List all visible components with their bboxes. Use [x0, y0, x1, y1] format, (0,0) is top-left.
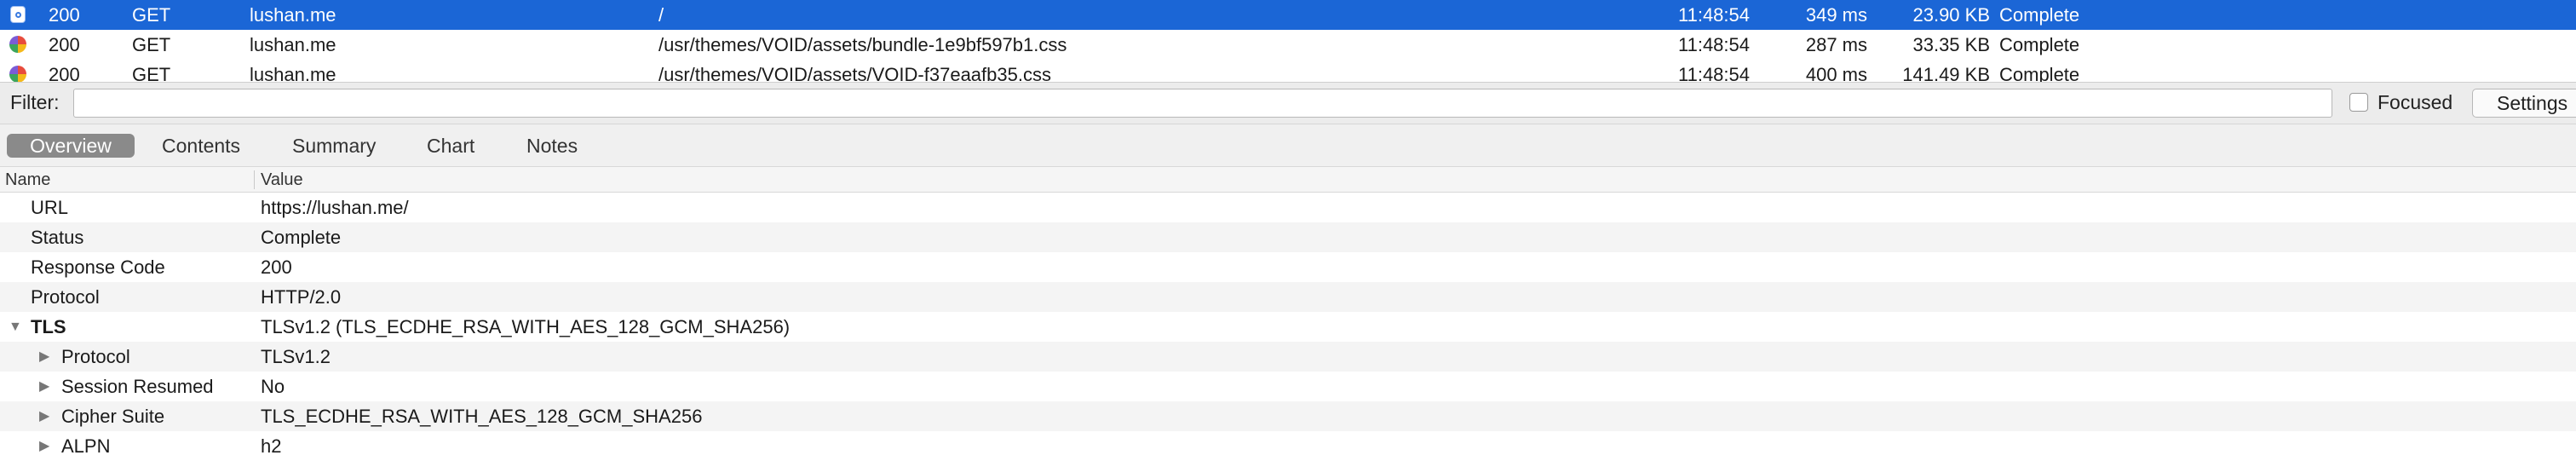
filter-input[interactable] — [73, 89, 2332, 118]
detail-name: TLS — [31, 316, 66, 337]
detail-row-cipher-suite[interactable]: ▶ Cipher Suite TLS_ECDHE_RSA_WITH_AES_12… — [0, 401, 2576, 431]
focused-checkbox[interactable] — [2349, 93, 2368, 112]
detail-row-response-code[interactable]: Response Code 200 — [0, 252, 2576, 282]
state: Complete — [1999, 34, 2080, 55]
size: 33.35 KB — [1912, 34, 1990, 55]
detail-name: URL — [31, 197, 69, 218]
filter-label: Filter: — [10, 91, 60, 113]
tab-overview[interactable]: Overview — [7, 134, 135, 158]
duration: 349 ms — [1805, 4, 1867, 26]
time: 11:48:54 — [1678, 34, 1751, 55]
detail-value: 200 — [261, 256, 292, 278]
stylesheet-icon — [9, 66, 26, 82]
detail-value: No — [261, 376, 285, 397]
focused-label[interactable]: Focused — [2378, 91, 2452, 114]
request-row[interactable]: 200 GET lushan.me / 11:48:54 349 ms 23.9… — [0, 0, 2576, 30]
detail-name: Protocol — [61, 346, 130, 367]
detail-row-alpn[interactable]: ▶ ALPN h2 — [0, 431, 2576, 461]
host: lushan.me — [250, 34, 336, 55]
time: 11:48:54 — [1678, 64, 1751, 82]
request-row[interactable]: 200 GET lushan.me /usr/themes/VOID/asset… — [0, 60, 2576, 82]
request-row[interactable]: 200 GET lushan.me /usr/themes/VOID/asset… — [0, 30, 2576, 60]
tab-summary[interactable]: Summary — [292, 134, 376, 158]
detail-value: HTTP/2.0 — [261, 286, 342, 308]
filter-bar: Filter: Focused Settings — [0, 82, 2576, 124]
detail-row-url[interactable]: URL https://lushan.me/ — [0, 193, 2576, 222]
duration: 287 ms — [1805, 34, 1867, 55]
time: 11:48:54 — [1678, 4, 1751, 26]
host: lushan.me — [250, 64, 336, 82]
detail-value: TLSv1.2 — [261, 346, 331, 367]
state: Complete — [1999, 4, 2080, 26]
settings-button[interactable]: Settings — [2472, 89, 2576, 118]
detail-name: Response Code — [31, 256, 165, 278]
detail-row-tls-protocol[interactable]: ▶ Protocol TLSv1.2 — [0, 342, 2576, 372]
detail-row-session-resumed[interactable]: ▶ Session Resumed No — [0, 372, 2576, 401]
tab-chart[interactable]: Chart — [427, 134, 474, 158]
path: / — [658, 4, 664, 26]
detail-row-status[interactable]: Status Complete — [0, 222, 2576, 252]
path: /usr/themes/VOID/assets/bundle-1e9bf597b… — [658, 34, 1067, 55]
detail-name: Protocol — [31, 286, 100, 308]
detail-value: TLSv1.2 (TLS_ECDHE_RSA_WITH_AES_128_GCM_… — [261, 316, 791, 337]
detail-value: TLS_ECDHE_RSA_WITH_AES_128_GCM_SHA256 — [261, 406, 703, 427]
detail-name: Session Resumed — [61, 376, 214, 397]
column-divider[interactable] — [254, 170, 255, 189]
tab-notes[interactable]: Notes — [526, 134, 578, 158]
disclosure-triangle-collapsed-icon[interactable]: ▶ — [39, 431, 49, 461]
disclosure-triangle-collapsed-icon[interactable]: ▶ — [39, 342, 49, 372]
disclosure-triangle-collapsed-icon[interactable]: ▶ — [39, 372, 49, 401]
size: 141.49 KB — [1902, 64, 1990, 82]
duration: 400 ms — [1805, 64, 1867, 82]
detail-name: Cipher Suite — [61, 406, 165, 427]
detail-value: https://lushan.me/ — [261, 197, 409, 218]
size: 23.90 KB — [1912, 4, 1990, 26]
document-icon — [10, 6, 26, 23]
detail-value: Complete — [261, 227, 342, 248]
table-header: Name Value — [0, 167, 2576, 193]
state: Complete — [1999, 64, 2080, 82]
host: lushan.me — [250, 4, 336, 26]
disclosure-triangle-collapsed-icon[interactable]: ▶ — [39, 401, 49, 431]
tab-bar: Overview Contents Summary Chart Notes — [0, 124, 2576, 167]
tab-contents[interactable]: Contents — [162, 134, 240, 158]
method: GET — [132, 34, 171, 55]
method: GET — [132, 4, 171, 26]
method: GET — [132, 64, 171, 82]
detail-value: h2 — [261, 435, 282, 457]
request-list: 200 GET lushan.me / 11:48:54 349 ms 23.9… — [0, 0, 2576, 82]
disclosure-triangle-expanded-icon[interactable]: ▼ — [9, 312, 22, 342]
detail-row-tls[interactable]: ▼ TLS TLSv1.2 (TLS_ECDHE_RSA_WITH_AES_12… — [0, 312, 2576, 342]
path: /usr/themes/VOID/assets/VOID-f37eaafb35.… — [658, 64, 1051, 82]
stylesheet-icon — [9, 36, 26, 53]
detail-name: ALPN — [61, 435, 111, 457]
column-header-name[interactable]: Name — [5, 167, 50, 193]
column-header-value[interactable]: Value — [261, 167, 303, 193]
detail-name: Status — [31, 227, 84, 248]
status-code: 200 — [49, 4, 80, 26]
status-code: 200 — [49, 64, 80, 82]
status-code: 200 — [49, 34, 80, 55]
detail-row-protocol[interactable]: Protocol HTTP/2.0 — [0, 282, 2576, 312]
